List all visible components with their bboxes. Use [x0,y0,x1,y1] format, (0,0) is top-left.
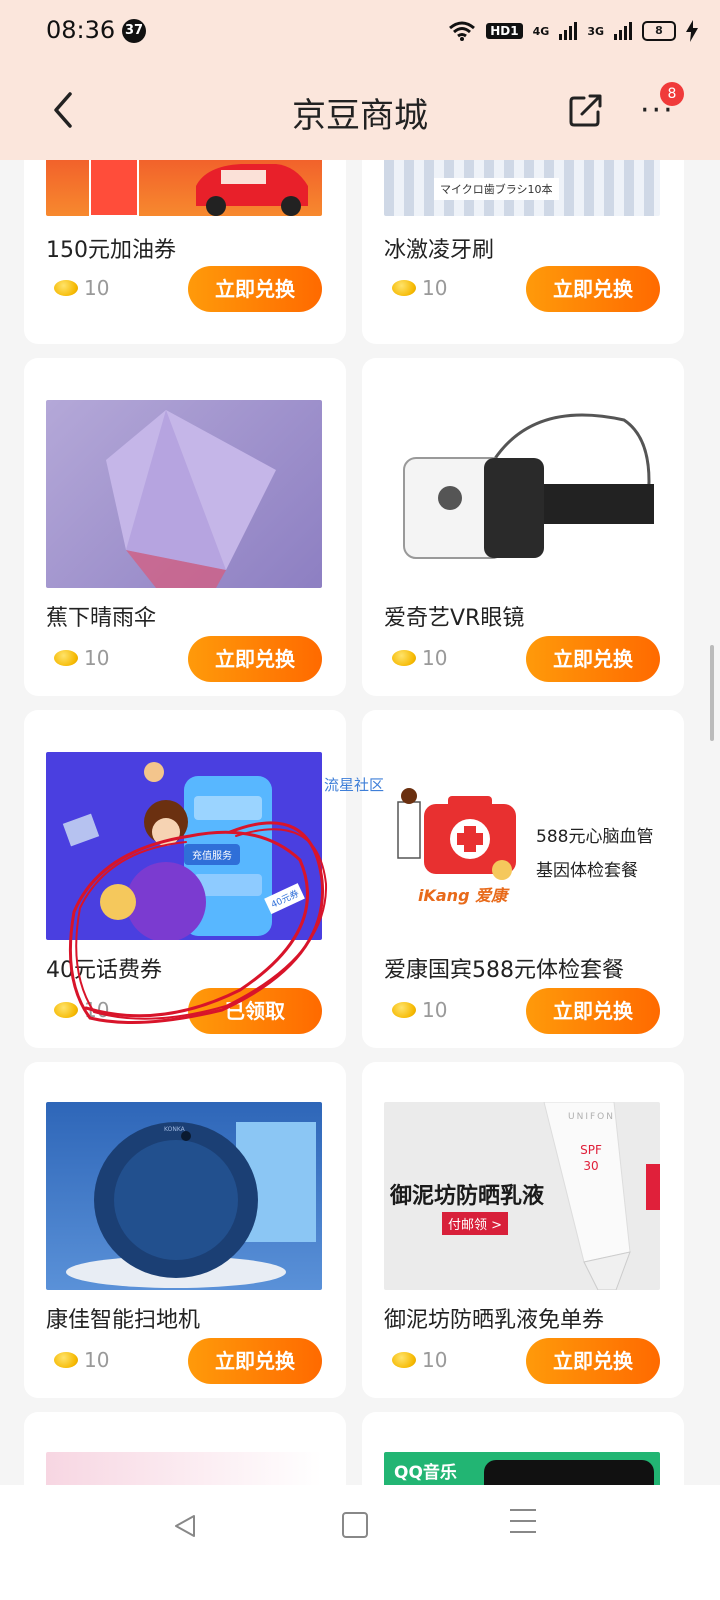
redeem-button[interactable]: 立即兑换 [526,636,660,682]
bean-price: 10 [84,1348,110,1372]
jd-bean-icon [54,1352,78,1368]
battery-icon: 8 [642,21,676,41]
toothbrush-image: マイクロ歯ブラシ10本 [384,160,660,216]
signal-3g-label: 3G [587,24,604,38]
redeem-button[interactable]: 立即兑换 [526,988,660,1034]
redeem-button[interactable]: 立即兑换 [188,1338,322,1384]
product-grid: 150元加油券 10 立即兑换 マイクロ歯ブラシ10本 冰激凌牙刷 10 立即兑… [0,160,720,1485]
bean-price: 10 [422,646,448,670]
ikang-text-line1: 588元心脑血管 [536,827,654,847]
product-card-health-check[interactable]: 588元心脑血管 基因体检套餐 iKang 爱康 爱康国宾588元体检套餐 10… [362,710,684,1048]
product-card-phone-credit[interactable]: 充值服务 40元券 40元话费券 10 已领取 [24,710,346,1048]
product-name: 40元话费券 [46,958,162,983]
jd-bean-icon [392,1002,416,1018]
product-card-umbrella[interactable]: 蕉下晴雨伞 10 立即兑换 [24,358,346,696]
vr-headset-image [384,400,660,588]
status-time: 08:36 [46,16,116,44]
robot-vacuum-image: KONKA [46,1102,322,1290]
menu-badge: 8 [660,82,684,106]
jd-bean-icon [392,1352,416,1368]
status-icons: HD1 4G 3G 8 [448,16,698,46]
fuel-coupon-image [46,160,322,216]
share-icon[interactable] [568,92,604,128]
jd-bean-icon [392,650,416,666]
product-name: 蕉下晴雨伞 [46,606,157,631]
product-name: 爱康国宾588元体检套餐 [384,958,624,983]
bean-price: 10 [84,998,110,1022]
ikang-image: 588元心脑血管 基因体检套餐 iKang 爱康 [384,752,660,940]
phone-mock [484,1460,654,1485]
spf-label: SPF 30 [580,1143,602,1173]
umbrella-icon [106,410,276,588]
product-name: 150元加油券 [46,238,176,263]
konka-brand-label: KONKA [164,1126,185,1133]
sunscreen-image: UNIFON SPF 30 御泥坊防晒乳液 付邮领 > [384,1102,660,1290]
wifi-icon [449,21,476,41]
watermark-text: 流星社区 [324,776,385,794]
ikang-logo: iKang 爱康 [418,886,508,905]
product-name: 康佳智能扫地机 [46,1308,201,1333]
signal-bars-icon-2 [614,22,632,40]
partial-product-image [46,1452,322,1485]
bean-price: 10 [422,276,448,300]
product-card-fuel[interactable]: 150元加油券 10 立即兑换 [24,160,346,344]
hd-voice-icon: HD1 [486,23,523,39]
qq-music-logo: QQ音乐 [394,1463,457,1483]
notification-count-badge: 37 [122,19,146,43]
more-menu-icon[interactable]: ··· [640,96,675,126]
page-title: 京豆商城 [292,96,428,136]
unifon-brand-label: UNIFON [568,1112,615,1122]
redeem-button[interactable]: 立即兑换 [188,636,322,682]
product-card-partial-left[interactable] [24,1412,346,1485]
product-card-sunscreen[interactable]: UNIFON SPF 30 御泥坊防晒乳液 付邮领 > 御泥坊防晒乳液免单券 1… [362,1062,684,1398]
product-card-qq-music[interactable]: QQ音乐 [362,1412,684,1485]
phone-credit-image: 充值服务 40元券 [46,752,322,940]
nav-recents-icon[interactable] [510,1509,536,1542]
signal-4g-label: 4G [532,24,550,38]
jd-bean-icon [392,280,416,296]
qq-music-image: QQ音乐 [384,1452,660,1485]
sunscreen-title: 御泥坊防晒乳液 [390,1184,545,1209]
jd-bean-icon [54,280,78,296]
jd-bean-icon [54,650,78,666]
bean-price: 10 [422,1348,448,1372]
redeem-button[interactable]: 立即兑换 [188,266,322,312]
bean-price: 10 [422,998,448,1022]
product-card-toothbrush[interactable]: マイクロ歯ブラシ10本 冰激凌牙刷 10 立即兑换 [362,160,684,344]
signal-bars-icon [559,22,578,40]
ikang-text-line2: 基因体检套餐 [536,861,638,881]
bean-price: 10 [84,276,110,300]
status-bar: 08:36 37 HD1 4G 3G 8 [0,0,720,62]
gas-pump-icon [89,160,308,216]
system-nav-bar [0,1485,720,1600]
vr-headset-icon [403,413,654,559]
bean-price: 10 [84,646,110,670]
claimed-button[interactable]: 已领取 [188,988,322,1034]
product-card-robot-vacuum[interactable]: KONKA 康佳智能扫地机 10 立即兑换 [24,1062,346,1398]
title-bar: 京豆商城 ··· 8 [0,62,720,160]
product-card-vr[interactable]: 爱奇艺VR眼镜 10 立即兑换 [362,358,684,696]
sunscreen-cta: 付邮领 > [442,1212,509,1235]
jd-bean-icon [54,1002,78,1018]
umbrella-image [46,400,322,588]
nav-home-icon[interactable] [342,1512,368,1538]
toothbrush-label: マイクロ歯ブラシ10本 [434,178,559,200]
product-name: 爱奇艺VR眼镜 [384,606,525,631]
recharge-service-label: 充值服务 [184,844,240,865]
redeem-button[interactable]: 立即兑换 [526,1338,660,1384]
redeem-button[interactable]: 立即兑换 [526,266,660,312]
product-name: 冰激凌牙刷 [384,238,495,263]
scrollbar-indicator[interactable] [710,645,714,741]
product-name: 御泥坊防晒乳液免单券 [384,1308,605,1333]
charging-icon [686,20,698,42]
nav-back-icon[interactable] [172,1513,198,1539]
